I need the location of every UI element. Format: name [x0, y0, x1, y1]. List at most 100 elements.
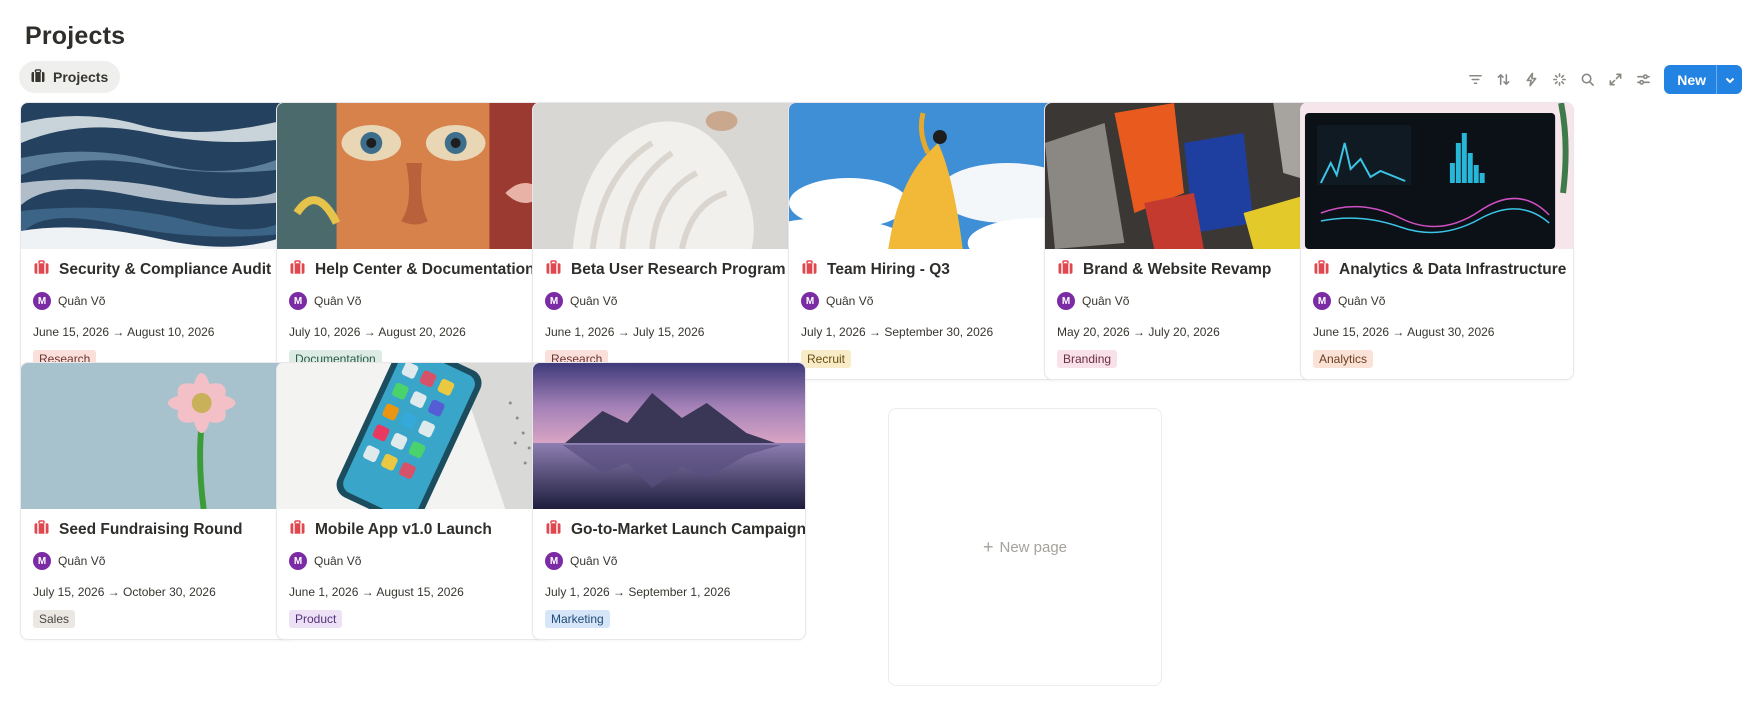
card-title: Analytics & Data Infrastructure — [1313, 259, 1567, 281]
card-owner: M Quân Võ — [33, 292, 105, 310]
avatar: M — [545, 552, 563, 570]
briefcase-icon — [545, 259, 562, 281]
card-cover-image — [533, 363, 805, 509]
sparkle-icon[interactable] — [1545, 66, 1573, 94]
card-title: Team Hiring - Q3 — [801, 259, 1053, 281]
card-owner: M Quân Võ — [289, 292, 361, 310]
avatar: M — [1313, 292, 1331, 310]
card-cover-image — [1045, 103, 1317, 249]
briefcase-icon — [289, 519, 306, 541]
owner-name: Quân Võ — [1338, 294, 1386, 308]
owner-name: Quân Võ — [58, 294, 106, 308]
briefcase-icon — [545, 519, 562, 541]
card-tag: Marketing — [545, 610, 610, 628]
briefcase-icon — [30, 68, 46, 87]
search-icon[interactable] — [1573, 66, 1601, 94]
card-cover-image — [21, 363, 293, 509]
card-owner: M Quân Võ — [545, 292, 617, 310]
card-title: Seed Fundraising Round — [33, 519, 285, 541]
card-owner: M Quân Võ — [289, 552, 361, 570]
page-title: Projects — [25, 22, 126, 50]
card-date-range: July 10, 2026 → August 20, 2026 — [289, 325, 466, 339]
card-title-text: Seed Fundraising Round — [59, 521, 243, 538]
project-card[interactable]: Seed Fundraising Round M Quân Võ July 15, 2… — [20, 362, 294, 640]
card-date-range: June 15, 2026 → August 10, 2026 — [33, 325, 215, 339]
card-title-text: Team Hiring - Q3 — [827, 261, 950, 278]
card-title-text: Help Center & Documentation — [315, 261, 535, 278]
card-date-range: June 1, 2026 → August 15, 2026 — [289, 585, 464, 599]
card-title: Brand & Website Revamp — [1057, 259, 1309, 281]
card-cover-image — [533, 103, 805, 249]
owner-name: Quân Võ — [58, 554, 106, 568]
card-owner: M Quân Võ — [545, 552, 617, 570]
avatar: M — [33, 292, 51, 310]
owner-name: Quân Võ — [826, 294, 874, 308]
view-tab-projects[interactable]: Projects — [19, 61, 121, 93]
project-card[interactable]: Help Center & Documentation M Quân Võ July … — [276, 102, 550, 380]
chevron-down-icon[interactable] — [1717, 65, 1742, 94]
card-title-text: Beta User Research Program — [571, 261, 786, 278]
card-tag: Analytics — [1313, 350, 1374, 368]
card-tag: Sales — [33, 610, 76, 628]
toolbar: New — [1461, 65, 1742, 94]
card-title: Mobile App v1.0 Launch — [289, 519, 541, 541]
owner-name: Quân Võ — [314, 294, 362, 308]
project-card[interactable]: Beta User Research Program M Quân Võ June 1… — [532, 102, 806, 380]
new-page-card[interactable]: + New page — [888, 408, 1162, 686]
briefcase-icon — [33, 259, 50, 281]
card-cover-image — [1301, 103, 1573, 249]
project-card[interactable]: Mobile App v1.0 Launch M Quân Võ June 1, 20… — [276, 362, 550, 640]
card-owner: M Quân Võ — [801, 292, 873, 310]
new-button[interactable]: New — [1664, 65, 1742, 94]
lightning-icon[interactable] — [1517, 66, 1545, 94]
view-tab-label: Projects — [53, 69, 109, 85]
card-date-range: June 1, 2026 → July 15, 2026 — [545, 325, 705, 339]
project-card[interactable]: Brand & Website Revamp M Quân Võ May 20, 20… — [1044, 102, 1318, 380]
new-button-label[interactable]: New — [1664, 65, 1717, 94]
card-date-range: May 20, 2026 → July 20, 2026 — [1057, 325, 1220, 339]
card-title-text: Security & Compliance Audit — [59, 261, 272, 278]
avatar: M — [289, 552, 307, 570]
project-card[interactable]: Security & Compliance Audit M Quân Võ June … — [20, 102, 294, 380]
card-date-range: June 15, 2026 → August 30, 2026 — [1313, 325, 1495, 339]
project-card[interactable]: Analytics & Data Infrastructure M Quân Võ J… — [1300, 102, 1574, 380]
avatar: M — [33, 552, 51, 570]
new-page-label: New page — [999, 538, 1068, 556]
settings-sliders-icon[interactable] — [1629, 66, 1657, 94]
owner-name: Quân Võ — [570, 294, 618, 308]
project-card[interactable]: Go-to-Market Launch Campaign M Quân Võ July… — [532, 362, 806, 640]
card-tag: Branding — [1057, 350, 1118, 368]
card-owner: M Quân Võ — [33, 552, 105, 570]
card-date-range: July 15, 2026 → October 30, 2026 — [33, 585, 216, 599]
sort-icon[interactable] — [1489, 66, 1517, 94]
card-owner: M Quân Võ — [1057, 292, 1129, 310]
owner-name: Quân Võ — [1082, 294, 1130, 308]
card-title-text: Brand & Website Revamp — [1083, 261, 1272, 278]
avatar: M — [801, 292, 819, 310]
card-title-text: Analytics & Data Infrastructure — [1339, 261, 1567, 278]
card-title: Help Center & Documentation — [289, 259, 541, 281]
card-date-range: July 1, 2026 → September 1, 2026 — [545, 585, 731, 599]
briefcase-icon — [801, 259, 818, 281]
card-title-text: Mobile App v1.0 Launch — [315, 521, 492, 538]
card-date-range: July 1, 2026 → September 30, 2026 — [801, 325, 994, 339]
card-cover-image — [277, 103, 549, 249]
owner-name: Quân Võ — [314, 554, 362, 568]
briefcase-icon — [289, 259, 306, 281]
card-title-text: Go-to-Market Launch Campaign — [571, 521, 806, 538]
project-card[interactable]: Team Hiring - Q3 M Quân Võ July 1, 2026 → S… — [788, 102, 1062, 380]
avatar: M — [1057, 292, 1075, 310]
expand-icon[interactable] — [1601, 66, 1629, 94]
briefcase-icon — [33, 519, 50, 541]
card-tag: Recruit — [801, 350, 852, 368]
card-cover-image — [789, 103, 1061, 249]
card-title: Security & Compliance Audit — [33, 259, 285, 281]
card-title: Go-to-Market Launch Campaign — [545, 519, 805, 541]
card-title: Beta User Research Program — [545, 259, 797, 281]
plus-icon: + — [982, 537, 994, 557]
card-cover-image — [277, 363, 549, 509]
avatar: M — [289, 292, 307, 310]
card-owner: M Quân Võ — [1313, 292, 1385, 310]
briefcase-icon — [1313, 259, 1330, 281]
filter-icon[interactable] — [1461, 66, 1489, 94]
